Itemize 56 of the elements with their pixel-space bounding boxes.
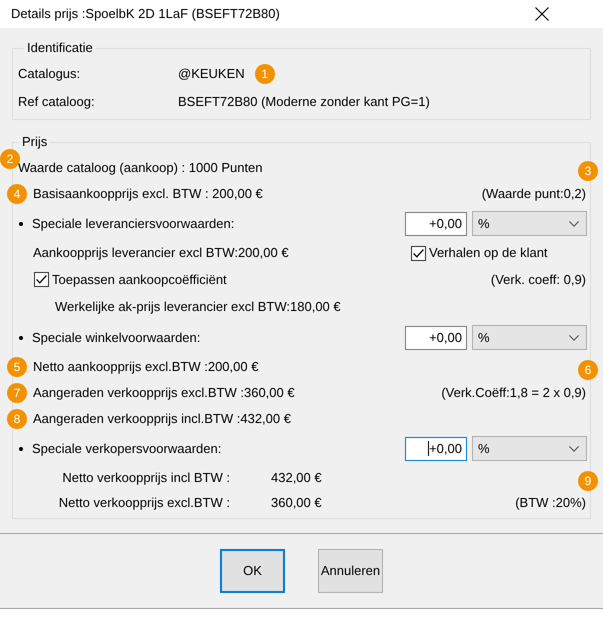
callout-marker: 2 xyxy=(0,149,20,169)
checkbox[interactable] xyxy=(34,272,49,287)
callout-marker: 5 xyxy=(7,357,27,377)
cancel-button[interactable]: Annuleren xyxy=(318,549,383,593)
unit-dropdown[interactable]: % xyxy=(472,436,587,461)
checkmark-icon xyxy=(413,248,424,258)
total-label: Netto verkoopprijs excl.BTW : xyxy=(58,494,230,512)
window-title: Details prijs :SpoelbK 2D 1LaF (BSEFT72B80) xyxy=(10,5,280,24)
checkbox-label[interactable]: Verhalen op de klant xyxy=(429,243,548,263)
unit-dropdown[interactable]: % xyxy=(472,325,587,350)
bullet-icon xyxy=(19,336,23,340)
callout-marker: 8 xyxy=(7,409,27,429)
close-icon[interactable] xyxy=(535,7,549,21)
price-note: (Verk. coeff: 0,9) xyxy=(490,270,586,289)
callout-marker: 7 xyxy=(7,383,27,403)
price-line: Aankoopprijs leverancier excl BTW:200,00 € xyxy=(33,244,289,262)
checkbox[interactable] xyxy=(411,246,426,260)
field-value: @KEUKEN xyxy=(178,65,245,84)
field-value: BSEFT72B80 (Moderne zonder kant PG=1) xyxy=(178,93,430,112)
bullet-icon xyxy=(19,446,23,450)
total-value: 360,00 € xyxy=(271,494,322,512)
callout-marker: 6 xyxy=(578,360,598,380)
condition-label: Speciale leveranciersvoorwaarden: xyxy=(32,214,234,233)
price-note: (Waarde punt:0,2) xyxy=(482,185,586,204)
price-line: Werkelijke ak-prijs leverancier excl BTW:180,00 € xyxy=(55,298,341,316)
total-label: Netto verkoopprijs incl BTW : xyxy=(61,468,230,487)
checkmark-icon xyxy=(36,275,47,284)
chevron-down-icon xyxy=(569,446,579,452)
number-field[interactable]: +0,00 xyxy=(405,326,467,350)
chevron-down-icon xyxy=(569,220,579,226)
unit-dropdown[interactable]: % xyxy=(472,211,587,236)
group-title: Prijs xyxy=(21,134,48,150)
number-field[interactable]: +0,00 xyxy=(405,212,467,236)
callout-marker: 1 xyxy=(254,64,275,84)
callout-marker: 9 xyxy=(578,471,598,491)
bullet-icon xyxy=(19,222,23,226)
ok-button[interactable]: OK xyxy=(220,549,285,593)
price-line: Aangeraden verkoopprijs incl.BTW :432,00 € xyxy=(33,410,291,428)
field-label: Catalogus: xyxy=(18,65,82,84)
callout-marker: 4 xyxy=(7,184,27,204)
price-line: Waarde cataloog (aankoop) : 1000 Punten xyxy=(18,159,263,178)
field-label: Ref cataloog: xyxy=(18,93,96,112)
condition-label: Speciale winkelvoorwaarden: xyxy=(32,328,200,347)
price-note: (Verk.Coëff:1,8 = 2 x 0,9) xyxy=(441,384,586,402)
price-note: (BTW :20%) xyxy=(515,494,586,512)
group-title: Identificatie xyxy=(26,40,94,56)
number-field[interactable]: +0,00 xyxy=(405,436,467,460)
total-value: 432,00 € xyxy=(271,468,322,487)
price-line: Aangeraden verkoopprijs excl.BTW :360,00 € xyxy=(33,384,295,402)
chevron-down-icon xyxy=(569,334,579,340)
callout-marker: 3 xyxy=(578,161,598,181)
checkbox-label[interactable]: Toepassen aankoopcoëfficiënt xyxy=(52,270,227,290)
text-cursor xyxy=(428,441,430,456)
price-line: Basisaankoopprijs excl. BTW : 200,00 € xyxy=(33,185,263,204)
condition-label: Speciale verkopersvoorwaarden: xyxy=(32,440,222,458)
price-line: Netto aankoopprijs excl.BTW :200,00 € xyxy=(33,358,258,376)
